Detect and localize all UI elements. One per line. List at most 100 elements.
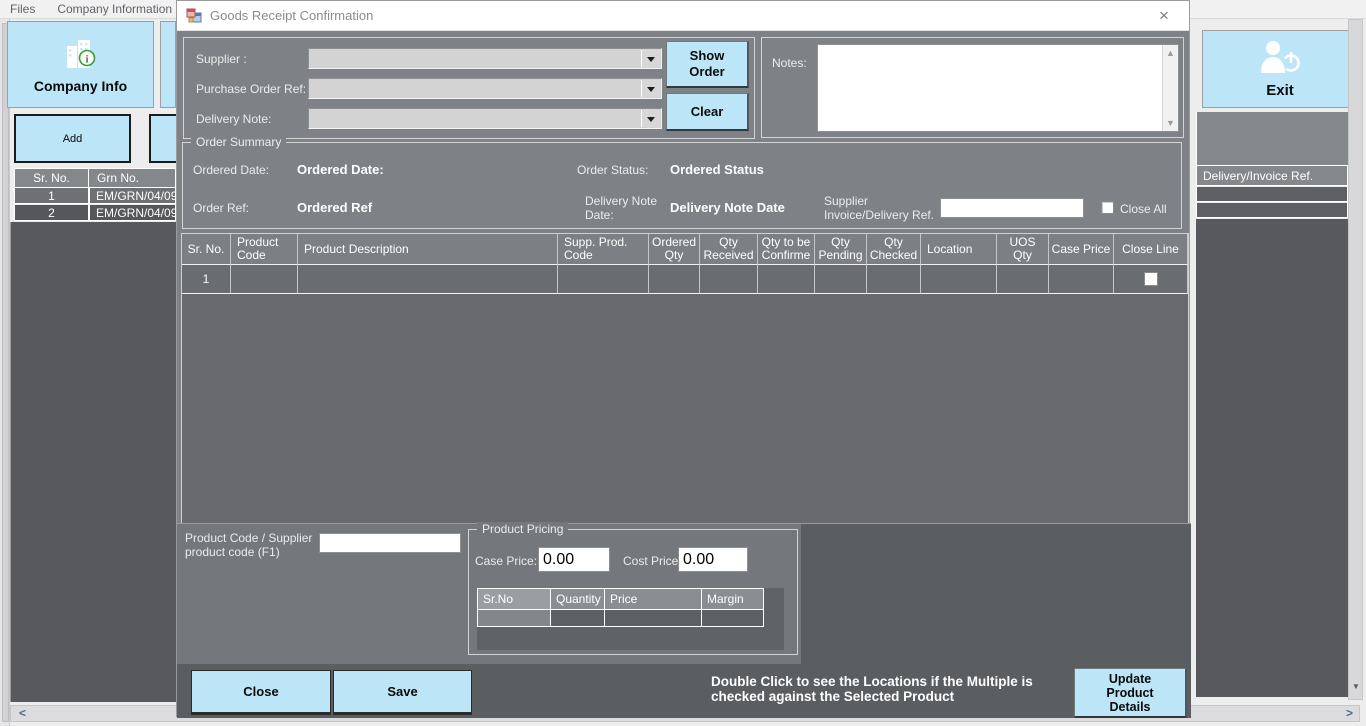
product-code-input[interactable] [319, 533, 461, 553]
menu-company-information[interactable]: Company Information [57, 2, 172, 16]
chevron-down-icon[interactable] [641, 50, 660, 67]
grn-row-2-sr[interactable]: 2 [14, 205, 89, 221]
add-button[interactable]: Add [14, 114, 131, 163]
chevron-down-icon[interactable] [641, 110, 660, 127]
clear-button[interactable]: Clear [666, 93, 749, 131]
row1-location [921, 265, 997, 294]
case-price-input[interactable] [538, 547, 610, 572]
row1-sr-no: 1 [182, 265, 231, 294]
row1-close-line-checkbox[interactable] [1144, 272, 1158, 286]
col-qty-received: Qty Received [700, 234, 758, 265]
cost-price-input[interactable] [678, 547, 748, 572]
col-close-line: Close Line [1114, 234, 1188, 265]
grn-row-1-grn[interactable]: EM/GRN/04/09/20 [89, 188, 176, 204]
scroll-right-icon[interactable]: > [1346, 706, 1353, 721]
svg-text:i: i [85, 53, 88, 65]
vertical-scrollbar[interactable]: ▼ [1348, 19, 1363, 700]
row1-qty-pending [815, 265, 867, 294]
supplier-invoice-ref-label: Supplier Invoice/Delivery Ref. [824, 194, 954, 222]
screen: Files Company Information i Company Info… [0, 0, 1366, 726]
supplier-combobox[interactable] [308, 48, 662, 69]
window-left-chrome [0, 19, 10, 726]
update-product-details-button[interactable]: Update Product Details [1074, 668, 1187, 718]
col-case-price: Case Price [1049, 234, 1114, 265]
dialog-bottom-region: Product Code / Supplier product code (F1… [177, 523, 1191, 718]
row1-qty-to-be-confirmed [758, 265, 815, 294]
grid-row-1[interactable]: 1 [182, 265, 1188, 294]
grn-row-2-grn[interactable]: EM/GRN/04/09/20 [89, 205, 176, 221]
dialog-close-icon[interactable]: × [1153, 5, 1175, 27]
purchase-order-combobox[interactable] [308, 78, 662, 99]
pricing-table: Sr.No Quantity Price Margin [477, 588, 784, 650]
supplier-invoice-ref-input[interactable] [940, 198, 1084, 218]
right-table-row-1[interactable] [1196, 187, 1348, 202]
notes-textarea[interactable]: ▲ ▼ [817, 44, 1179, 132]
delivery-note-date-label: Delivery Note Date: [585, 194, 667, 222]
col-product-description: Product Description [298, 234, 558, 265]
scroll-down-icon[interactable]: ▼ [1352, 682, 1360, 691]
right-table-row-2[interactable] [1196, 203, 1348, 218]
product-code-label: Product Code / Supplier product code (F1… [185, 531, 312, 559]
save-button[interactable]: Save [333, 670, 472, 715]
form-window-icon [186, 8, 202, 24]
row1-uos-qty [997, 265, 1049, 294]
order-summary-legend: Order Summary [191, 135, 286, 149]
show-order-button[interactable]: Show Order [666, 41, 749, 88]
cost-price-label: Cost Price: [623, 554, 682, 568]
right-table-band [1196, 112, 1348, 165]
notes-label: Notes: [772, 56, 807, 70]
col-supp-prod-code: Supp. Prod. Code [558, 234, 649, 265]
col-qty-checked: Qty Checked [867, 234, 921, 265]
col-sr-no: Sr. No. [182, 234, 231, 265]
menu-files[interactable]: Files [10, 2, 35, 16]
order-status-value: Ordered Status [670, 163, 764, 177]
close-all-label: Close All [1120, 202, 1167, 216]
supplier-label: Supplier : [196, 52, 247, 66]
product-pricing-legend: Product Pricing [477, 522, 568, 536]
scroll-up-icon[interactable]: ▲ [1166, 45, 1175, 58]
order-status-label: Order Status: [577, 163, 648, 177]
col-location: Location [921, 234, 997, 265]
purchase-order-ref-label: Purchase Order Ref: [196, 82, 306, 96]
scroll-down-icon[interactable]: ▼ [1166, 118, 1175, 131]
col-ordered-qty: Ordered Qty [649, 234, 700, 265]
order-lines-grid: Sr. No. Product Code Product Description… [181, 233, 1189, 523]
row1-supp-prod-code [558, 265, 649, 294]
notes-panel: Notes: ▲ ▼ [761, 37, 1184, 138]
grn-row-1-sr[interactable]: 1 [14, 188, 89, 204]
pricing-header-row: Sr.No Quantity Price Margin [477, 588, 784, 610]
col-product-code: Product Code [231, 234, 298, 265]
notes-scrollbar[interactable]: ▲ ▼ [1162, 45, 1178, 131]
product-pricing-groupbox: Product Pricing Case Price: Cost Price: … [468, 529, 798, 655]
delivery-note-combobox[interactable] [308, 108, 662, 129]
case-price-label: Case Price: [475, 554, 537, 568]
order-ref-label: Order Ref: [193, 201, 249, 215]
scroll-left-icon[interactable]: < [19, 706, 26, 721]
pricing-row-1[interactable] [477, 610, 784, 627]
row1-qty-checked [867, 265, 921, 294]
exit-label: Exit [1266, 82, 1294, 99]
hidden-button-2[interactable] [149, 114, 176, 163]
pricing-col-srno: Sr.No [477, 588, 551, 610]
hidden-toolbar-button[interactable] [160, 21, 176, 108]
row1-close-line-cell [1114, 265, 1188, 294]
close-all-checkbox[interactable] [1101, 201, 1114, 214]
exit-icon [1257, 39, 1303, 75]
ordered-date-value: Ordered Date: [297, 163, 384, 177]
right-table-header: Delivery/Invoice Ref. [1196, 165, 1348, 186]
close-button[interactable]: Close [191, 670, 331, 715]
company-info-button[interactable]: i Company Info [7, 21, 154, 108]
chevron-down-icon[interactable] [641, 80, 660, 97]
row1-product-code [231, 265, 298, 294]
ordered-date-label: Ordered Date: [193, 163, 269, 177]
pricing-col-quantity: Quantity [551, 588, 605, 610]
delivery-note-date-value: Delivery Note Date [670, 201, 785, 215]
grn-table-header-srno: Sr. No. [14, 168, 89, 188]
grn-table-header-grnno: Grn No. [89, 168, 176, 188]
goods-receipt-dialog: Goods Receipt Confirmation × Supplier : … [176, 0, 1190, 717]
order-ref-value: Ordered Ref [297, 201, 372, 215]
exit-button[interactable]: Exit [1202, 30, 1358, 108]
dialog-titlebar[interactable]: Goods Receipt Confirmation × [177, 1, 1189, 31]
dialog-title: Goods Receipt Confirmation [210, 8, 373, 23]
col-qty-pending: Qty Pending [815, 234, 867, 265]
